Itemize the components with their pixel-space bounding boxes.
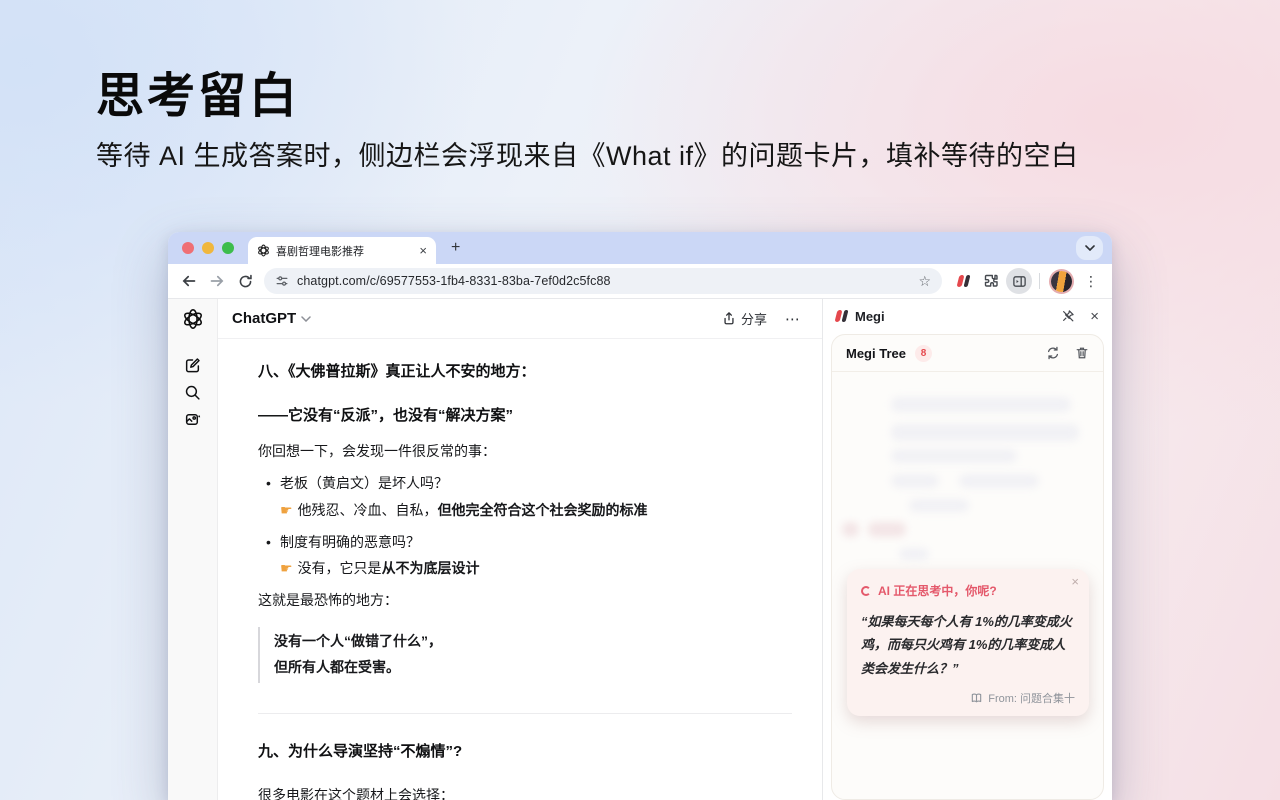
answer-text: 他残忍、冷血、自私， [298, 502, 438, 518]
card-close-icon[interactable]: × [1071, 574, 1079, 589]
close-window-button[interactable] [182, 242, 194, 254]
question-list: 老板（黄启文）是坏人吗？ ☛他残忍、冷血、自私，但他完全符合这个社会奖励的标准 … [258, 472, 792, 578]
tab-strip: 喜剧哲理电影推荐 × + [168, 232, 1112, 264]
whatif-question-card[interactable]: × AI 正在思考中，你呢? “如果每天每个人有 1%的几率变成火鸡，而每只火鸡… [847, 569, 1089, 716]
megi-header: Megi × [823, 299, 1112, 333]
site-settings-icon[interactable] [275, 274, 289, 288]
tab-search-button[interactable] [1076, 236, 1103, 260]
refresh-icon[interactable] [1046, 346, 1060, 360]
list-item: 制度有明确的恶意吗？ [280, 531, 792, 553]
url-bar[interactable]: chatgpt.com/c/69577553-1fb4-8331-83ba-7e… [264, 268, 942, 294]
new-tab-button[interactable]: + [451, 239, 460, 257]
list-answer: ☛ 没有，它只是从不为底层设计 [280, 557, 792, 579]
quote-line: 没有一个人“做错了什么”， [274, 633, 442, 649]
zoom-window-button[interactable] [222, 242, 234, 254]
megi-side-panel: Megi × Megi Tree 8 [822, 299, 1112, 800]
window-controls [182, 242, 234, 254]
pointer-icon: ☛ [280, 560, 293, 576]
page-subtitle: 等待 AI 生成答案时，侧边栏会浮现来自《What if》的问题卡片，填补等待的… [96, 134, 1079, 173]
chatgpt-logo-icon [182, 308, 204, 330]
share-button[interactable]: 分享 [722, 309, 767, 328]
conversation-more-button[interactable]: ⋯ [785, 310, 800, 328]
paragraph: 很多电影在这个题材上会选择： [258, 784, 792, 800]
divider [258, 713, 792, 714]
answer-bold: 从不为底层设计 [382, 560, 480, 576]
card-status-text: AI 正在思考中，你呢? [878, 582, 997, 599]
quote-line: 但所有人都在受害。 [274, 659, 400, 675]
megi-tree-header: Megi Tree 8 [832, 335, 1103, 372]
bookmark-star-icon[interactable]: ☆ [918, 273, 931, 290]
library-icon[interactable] [178, 406, 208, 433]
tab-title: 喜剧哲理电影推荐 [276, 243, 413, 259]
new-chat-icon[interactable] [178, 352, 208, 379]
chevron-down-icon [1085, 245, 1095, 251]
count-badge: 8 [915, 345, 932, 362]
card-question-text: “如果每天每个人有 1%的几率变成火鸡，而每只火鸡有 1%的几率变成人类会发生什… [861, 610, 1075, 680]
unpin-icon[interactable] [1061, 309, 1075, 323]
card-status-row: AI 正在思考中，你呢? [861, 582, 1075, 599]
megi-tree-panel: Megi Tree 8 [831, 334, 1104, 800]
extensions-puzzle-icon[interactable] [978, 268, 1004, 294]
card-source-row: From: 问题合集十 [861, 690, 1075, 706]
tab-close-icon[interactable]: × [419, 244, 427, 257]
search-icon[interactable] [178, 379, 208, 406]
chatgpt-page: ChatGPT 分享 ⋯ 八、《大佛普拉斯》真正让人不安的地 [168, 299, 822, 800]
back-button[interactable] [176, 268, 202, 294]
answer-text: 没有，它只是 [298, 560, 382, 576]
paragraph: 这就是最恐怖的地方： [258, 589, 792, 611]
section-heading-9: 九、为什么导演坚持“不煽情”? [258, 740, 792, 764]
megi-logo-icon [835, 310, 849, 322]
side-panel-toggle-button[interactable] [1006, 268, 1032, 294]
browser-tab[interactable]: 喜剧哲理电影推荐 × [248, 237, 436, 264]
share-label: 分享 [741, 309, 767, 328]
chat-main: ChatGPT 分享 ⋯ 八、《大佛普拉斯》真正让人不安的地 [218, 299, 822, 800]
trash-icon[interactable] [1075, 346, 1089, 360]
page-title: 思考留白 [96, 56, 300, 126]
answer-bold: 但他完全符合这个社会奖励的标准 [438, 502, 648, 518]
pointer-icon: ☛ [280, 502, 293, 518]
minimize-window-button[interactable] [202, 242, 214, 254]
browser-menu-button[interactable]: ⋮ [1078, 268, 1104, 294]
blockquote: 没有一个人“做错了什么”， 但所有人都在受害。 [258, 627, 792, 683]
section-heading-8: 八、《大佛普拉斯》真正让人不安的地方： [258, 360, 792, 384]
toolbar-separator [1039, 273, 1040, 289]
section-subheading-8: ——它没有“反派”，也没有“解决方案” [258, 404, 792, 428]
thinking-spinner-icon [861, 586, 871, 596]
model-selector[interactable]: ChatGPT [232, 310, 311, 327]
chevron-down-icon [301, 316, 311, 322]
card-source-text: From: 问题合集十 [988, 690, 1075, 706]
book-icon [970, 692, 983, 704]
chat-header: ChatGPT 分享 ⋯ [218, 299, 822, 339]
reload-button[interactable] [232, 268, 258, 294]
megi-tree-title: Megi Tree [846, 346, 906, 361]
chat-message-content: 八、《大佛普拉斯》真正让人不安的地方： ——它没有“反派”，也没有“解决方案” … [218, 339, 822, 800]
browser-window: 喜剧哲理电影推荐 × + chatgpt.com/c/69577553-1fb4… [168, 232, 1112, 800]
list-item: 老板（黄启文）是坏人吗？ [280, 472, 792, 494]
paragraph: 你回想一下，会发现一件很反常的事： [258, 440, 792, 462]
chatgpt-favicon-icon [257, 244, 270, 257]
list-answer: ☛ 他残忍、冷血、自私，但他完全符合这个社会奖励的标准 [280, 499, 792, 521]
share-icon [722, 311, 736, 326]
url-text: chatgpt.com/c/69577553-1fb4-8331-83ba-7e… [297, 274, 910, 288]
megi-extension-icon[interactable] [950, 268, 976, 294]
close-panel-icon[interactable]: × [1090, 309, 1099, 324]
megi-app-name: Megi [855, 309, 885, 324]
model-label: ChatGPT [232, 310, 296, 327]
browser-toolbar: chatgpt.com/c/69577553-1fb4-8331-83ba-7e… [168, 264, 1112, 298]
profile-avatar[interactable] [1051, 271, 1072, 292]
forward-button[interactable] [204, 268, 230, 294]
chatgpt-sidebar [168, 299, 218, 800]
